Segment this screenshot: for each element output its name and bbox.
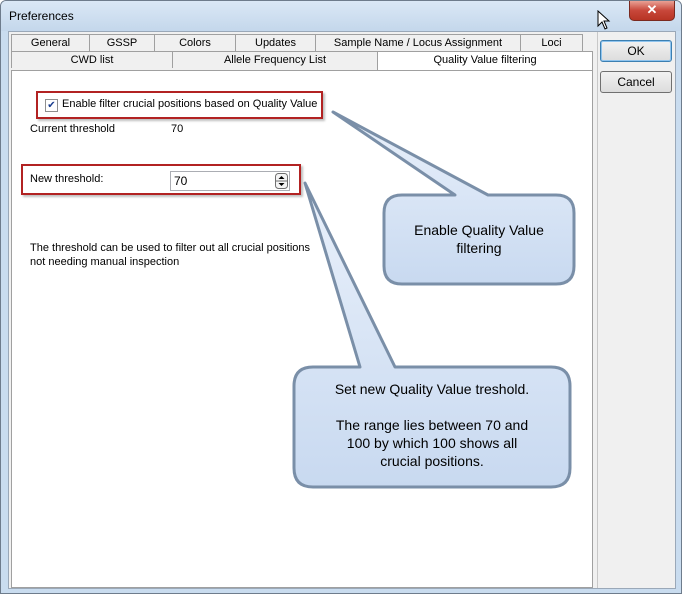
callout2-line4: crucial positions. — [380, 453, 484, 469]
callout1-line2: filtering — [456, 240, 502, 256]
callout2-line2: The range lies between 70 and — [335, 417, 529, 433]
callout-enable-filtering-text: Enable Quality Value filtering — [386, 221, 572, 257]
callout1-line1: Enable Quality Value — [414, 222, 544, 238]
callout-shapes — [292, 110, 576, 489]
callout2-line1: Set new Quality Value treshold. — [334, 381, 530, 397]
callout-enable-filtering-bubble — [331, 110, 576, 286]
callout2-line3: 100 by which 100 shows all — [346, 435, 518, 451]
callout-set-threshold-text: Set new Quality Value treshold. The rang… — [296, 380, 568, 470]
